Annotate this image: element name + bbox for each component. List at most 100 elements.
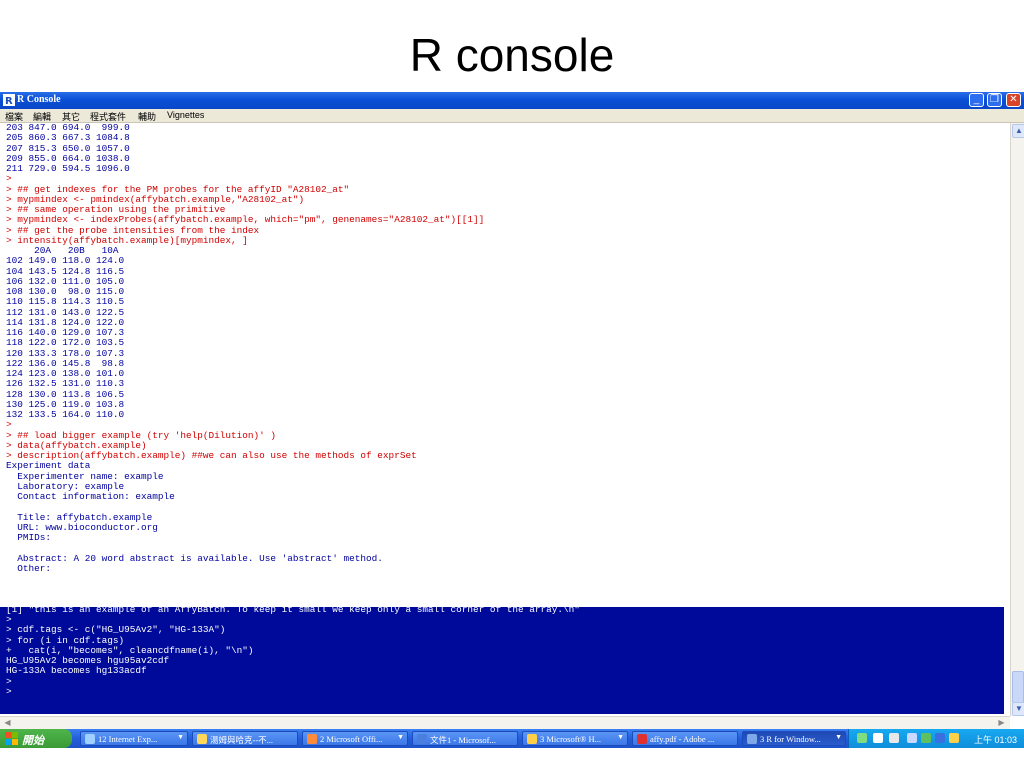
console-line: 118 122.0 172.0 103.5 xyxy=(6,337,125,349)
display-icon[interactable] xyxy=(935,733,945,743)
taskbar-item-label: 2 Microsoft Offi... xyxy=(320,734,383,744)
chevron-down-icon: ▼ xyxy=(177,734,184,741)
chevron-up-icon: ▲ xyxy=(1015,126,1023,135)
console-line: [1] "this is an example of an AffyBatch.… xyxy=(6,603,580,615)
taskbar: 開始 12 Internet Exp... ▼ 湯姆與哈克--不... 2 Mi… xyxy=(0,729,1024,748)
console-line: > mypmindex <- indexProbes(affybatch.exa… xyxy=(6,214,485,226)
chevron-left-icon: ◀ xyxy=(4,718,11,727)
taskbar-item-microsoft-office[interactable]: 2 Microsoft Offi... ▼ xyxy=(302,731,408,746)
word-icon xyxy=(417,734,427,744)
chevron-right-icon: ▶ xyxy=(998,718,1005,727)
horizontal-scrollbar[interactable]: ◀ ▶ xyxy=(0,716,1010,730)
console-line: HG-133A becomes hg133acdf xyxy=(6,665,147,677)
scroll-up-button[interactable]: ▲ xyxy=(1012,124,1024,138)
console-line: 120 133.3 178.0 107.3 xyxy=(6,347,125,359)
taskbar-item-microsoft-help[interactable]: 3 Microsoft® H... ▼ xyxy=(522,731,628,746)
window-titlebar[interactable]: R R Console _ ❐ ✕ xyxy=(0,92,1024,109)
console-line: > xyxy=(6,173,12,185)
console-line: Experimenter name: example xyxy=(6,470,164,482)
maximize-button[interactable]: ❐ xyxy=(987,93,1002,107)
scroll-down-button[interactable]: ▼ xyxy=(1012,702,1024,716)
taskbar-item-label: 湯姆與哈克--不... xyxy=(210,735,274,745)
console-line: > xyxy=(6,685,12,697)
console-line: Contact information: example xyxy=(6,491,175,502)
console-line: > ## get the probe intensities from the … xyxy=(6,224,260,236)
restore-icon: ❐ xyxy=(990,94,999,105)
menu-vignettes[interactable]: Vignettes xyxy=(167,110,204,120)
input-method-icon[interactable] xyxy=(857,733,867,743)
window-title: R Console xyxy=(17,94,61,105)
svg-text:R: R xyxy=(5,96,13,106)
folder-icon xyxy=(197,734,207,744)
console-line: 126 132.5 131.0 110.3 xyxy=(6,378,125,390)
chevron-down-icon: ▼ xyxy=(397,734,404,741)
menu-help[interactable]: 輔助 xyxy=(138,110,156,123)
menu-bar: 檔案 編輯 其它 程式套件 輔助 Vignettes xyxy=(0,109,1024,123)
minimize-icon: _ xyxy=(973,94,980,105)
console-line: [1] "20A" "20B" "10A" xyxy=(6,583,125,595)
start-label: 開始 xyxy=(22,735,44,747)
slide-title: R console xyxy=(409,29,615,81)
console-line: > ## get indexes for the PM probes for t… xyxy=(6,183,350,195)
start-button[interactable]: 開始 xyxy=(0,729,72,748)
ime-icon[interactable] xyxy=(873,733,883,743)
console-line: Experiment data xyxy=(6,460,91,472)
minimize-button[interactable]: _ xyxy=(969,93,984,107)
console-line: Title: affybatch.example xyxy=(6,511,153,523)
menu-file[interactable]: 檔案 xyxy=(5,110,23,123)
taskbar-item-r-for-windows[interactable]: 3 R for Window... ▼ xyxy=(742,731,846,746)
taskbar-item-label: 文件1 - Microsof... xyxy=(430,735,496,745)
console-line: 104 143.5 124.8 116.5 xyxy=(6,265,125,277)
r-console-window: R R Console _ ❐ ✕ 檔案 編輯 其它 程式套件 輔助 Vigne… xyxy=(0,92,1024,730)
console-line: > cdf.tags <- c("HG_U95Av2", "HG-133A") xyxy=(6,624,226,636)
console-line: 211 729.0 594.5 1096.0 xyxy=(6,163,130,174)
help-icon xyxy=(527,734,537,744)
internet-explorer-icon xyxy=(85,734,95,744)
chevron-down-icon: ▼ xyxy=(1015,704,1023,713)
clock: 上午 01:03 xyxy=(973,735,1017,745)
taskbar-item-label: 3 R for Window... xyxy=(760,734,821,744)
console-line: Abstract: A 20 word abstract is availabl… xyxy=(6,552,383,564)
notes-icon[interactable] xyxy=(889,733,899,743)
console-output[interactable]: 203 847.0 694.0 999.0 205 860.3 667.3 108… xyxy=(0,123,1010,714)
console-line: > abstract(affybatch.example) xyxy=(6,593,170,605)
menu-packages[interactable]: 程式套件 xyxy=(90,110,126,123)
r-logo-icon: R xyxy=(3,94,15,106)
system-tray: 上午 01:03 xyxy=(848,729,1024,748)
antivirus-icon[interactable] xyxy=(921,733,931,743)
console-line: 207 815.3 650.0 1057.0 xyxy=(6,142,130,154)
chevron-down-icon: ▼ xyxy=(617,734,624,741)
chevron-down-icon: ▼ xyxy=(835,734,842,741)
taskbar-item-internet-explorer[interactable]: 12 Internet Exp... ▼ xyxy=(80,731,188,746)
network-icon[interactable] xyxy=(907,733,917,743)
menu-edit[interactable]: 編輯 xyxy=(33,110,51,123)
taskbar-item-label: 3 Microsoft® H... xyxy=(540,734,601,744)
console-line: 102 149.0 118.0 124.0 xyxy=(6,255,125,267)
console-line: PMIDs: xyxy=(6,532,52,543)
scroll-right-button[interactable]: ▶ xyxy=(996,718,1007,728)
close-button[interactable]: ✕ xyxy=(1006,93,1021,107)
console-line: > for (i in cdf.tags) xyxy=(6,634,125,646)
scroll-thumb[interactable] xyxy=(1012,671,1024,703)
menu-misc[interactable]: 其它 xyxy=(62,110,80,123)
vertical-scrollbar[interactable]: ▲ ▼ xyxy=(1010,123,1024,716)
close-icon: ✕ xyxy=(1009,94,1018,105)
console-line: > xyxy=(6,675,12,687)
taskbar-item-word-document[interactable]: 文件1 - Microsof... xyxy=(412,731,518,746)
taskbar-item-label: affy.pdf - Adobe ... xyxy=(650,734,715,744)
console-line: 110 115.8 114.3 110.5 xyxy=(6,296,125,308)
console-line: 132 133.5 164.0 110.0 xyxy=(6,409,125,420)
windows-flag-icon xyxy=(5,732,18,745)
scroll-left-button[interactable]: ◀ xyxy=(2,718,13,728)
pdf-icon xyxy=(637,734,647,744)
taskbar-item-adobe-pdf[interactable]: affy.pdf - Adobe ... xyxy=(632,731,738,746)
console-line: > ## load bigger example (try 'help(Dilu… xyxy=(6,429,277,441)
r-logo-icon xyxy=(747,734,757,744)
taskbar-item-folder[interactable]: 湯姆與哈克--不... xyxy=(192,731,298,746)
volume-icon[interactable] xyxy=(949,733,959,743)
console-line: > xyxy=(6,419,12,431)
taskbar-item-label: 12 Internet Exp... xyxy=(98,734,158,744)
console-line: 128 130.0 113.8 106.5 xyxy=(6,388,125,400)
console-line: 112 131.0 143.0 122.5 xyxy=(6,306,125,318)
office-icon xyxy=(307,734,317,744)
